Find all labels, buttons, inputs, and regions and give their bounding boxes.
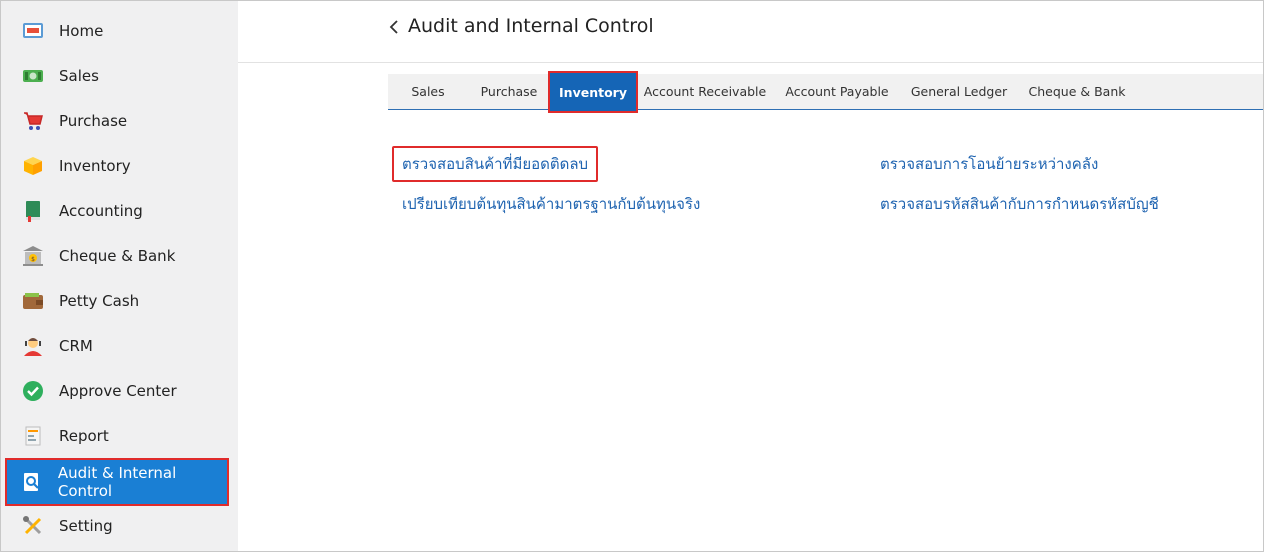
tab-purchase[interactable]: Purchase bbox=[468, 74, 550, 109]
cash-icon bbox=[21, 64, 45, 88]
sidebar-item-label: Setting bbox=[59, 517, 113, 535]
tools-icon bbox=[21, 514, 45, 538]
link-check-product-account-code[interactable]: ตรวจสอบรหัสสินค้ากับการกำหนดรหัสบัญชี bbox=[880, 192, 1159, 216]
audit-search-icon bbox=[21, 470, 44, 494]
customer-icon bbox=[21, 334, 45, 358]
sidebar-item-audit-internal-control[interactable]: Audit & Internal Control bbox=[5, 458, 229, 506]
sidebar-item-label: Approve Center bbox=[59, 382, 177, 400]
check-circle-icon bbox=[21, 379, 45, 403]
sidebar-item-cheque-bank[interactable]: $ Cheque & Bank bbox=[7, 234, 227, 278]
sidebar-item-label: CRM bbox=[59, 337, 93, 355]
sidebar-item-label: Report bbox=[59, 427, 109, 445]
tab-bar: Sales Purchase Inventory Account Receiva… bbox=[388, 71, 1263, 113]
app-window: Home Sales Purchase Inventory Accounting bbox=[0, 0, 1264, 552]
tab-general-ledger[interactable]: General Ledger bbox=[900, 74, 1018, 109]
sidebar-item-label: Audit & Internal Control bbox=[57, 464, 177, 500]
sidebar-item-accounting[interactable]: Accounting bbox=[7, 189, 227, 233]
tab-inventory[interactable]: Inventory bbox=[548, 71, 638, 113]
cart-icon bbox=[21, 109, 45, 133]
sidebar-item-purchase[interactable]: Purchase bbox=[7, 99, 227, 143]
sidebar-item-label: Inventory bbox=[59, 157, 131, 175]
sidebar-item-home[interactable]: Home bbox=[7, 9, 227, 53]
report-icon bbox=[21, 424, 45, 448]
tab-account-receivable[interactable]: Account Receivable bbox=[636, 74, 774, 109]
sidebar: Home Sales Purchase Inventory Accounting bbox=[1, 1, 238, 551]
sidebar-item-inventory[interactable]: Inventory bbox=[7, 144, 227, 188]
home-icon bbox=[21, 19, 45, 43]
sidebar-item-sales[interactable]: Sales bbox=[7, 54, 227, 98]
sidebar-item-setting[interactable]: Setting bbox=[7, 504, 227, 548]
sidebar-item-crm[interactable]: CRM bbox=[7, 324, 227, 368]
link-check-negative-stock[interactable]: ตรวจสอบสินค้าที่มียอดติดลบ bbox=[402, 152, 588, 176]
ledger-book-icon bbox=[21, 199, 45, 223]
tab-sales[interactable]: Sales bbox=[388, 74, 468, 109]
sidebar-item-label: Sales bbox=[59, 67, 99, 85]
sidebar-item-label: Accounting bbox=[59, 202, 143, 220]
page-header: Audit and Internal Control bbox=[238, 1, 1263, 63]
sidebar-item-label: Petty Cash bbox=[59, 292, 140, 310]
bank-icon: $ bbox=[21, 244, 45, 268]
sidebar-item-petty-cash[interactable]: Petty Cash bbox=[7, 279, 227, 323]
sidebar-item-label: Purchase bbox=[59, 112, 128, 130]
wallet-icon bbox=[21, 289, 45, 313]
tab-account-payable[interactable]: Account Payable bbox=[774, 74, 900, 109]
back-chevron-icon[interactable] bbox=[386, 15, 402, 39]
link-check-warehouse-transfer[interactable]: ตรวจสอบการโอนย้ายระหว่างคลัง bbox=[880, 152, 1098, 176]
page-title: Audit and Internal Control bbox=[408, 15, 654, 37]
sidebar-item-label: Home bbox=[59, 22, 104, 40]
sidebar-item-label: Cheque & Bank bbox=[59, 247, 176, 265]
tab-cheque-bank[interactable]: Cheque & Bank bbox=[1018, 74, 1136, 109]
box-icon bbox=[21, 154, 45, 178]
link-compare-standard-cost[interactable]: เปรียบเทียบต้นทุนสินค้ามาตรฐานกับต้นทุนจ… bbox=[402, 192, 700, 216]
svg-text:$: $ bbox=[31, 256, 35, 263]
sidebar-item-report[interactable]: Report bbox=[7, 414, 227, 458]
sidebar-item-approve-center[interactable]: Approve Center bbox=[7, 369, 227, 413]
